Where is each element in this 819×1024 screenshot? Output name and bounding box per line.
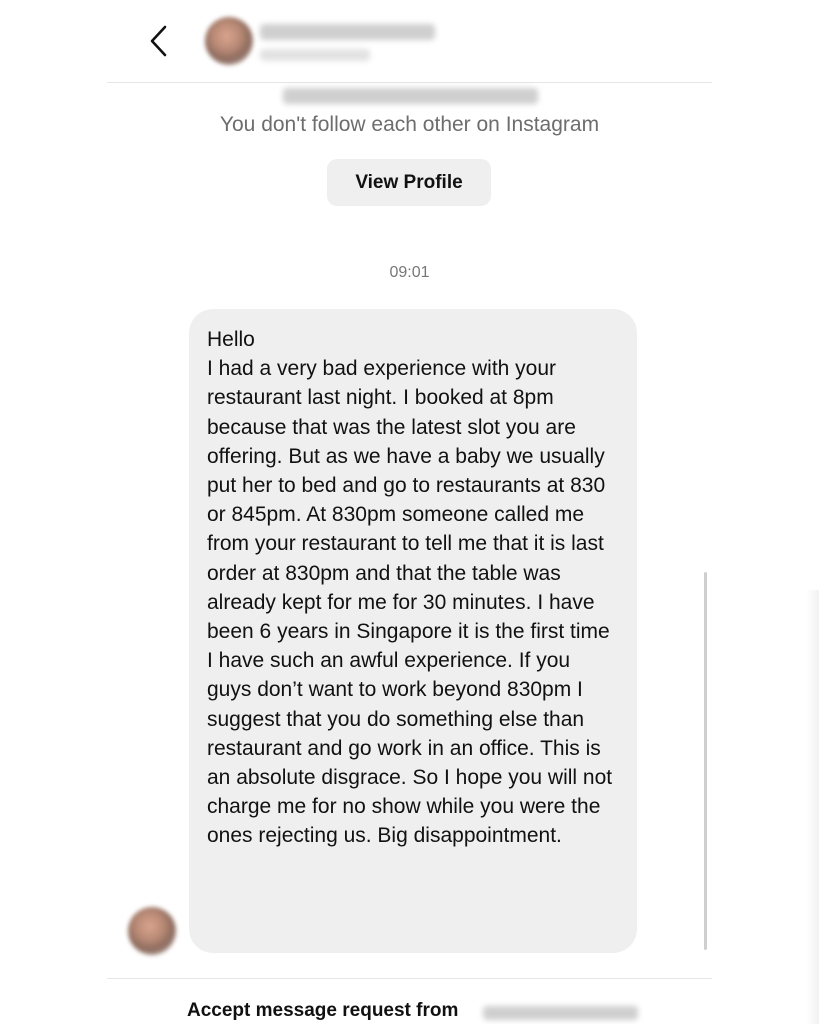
message-timestamp: 09:01	[389, 264, 430, 281]
message-bubble[interactable]: Hello I had a very bad experience with y…	[189, 309, 637, 953]
avatar[interactable]	[205, 17, 253, 65]
message-text: Hello I had a very bad experience with y…	[207, 328, 613, 848]
username-redacted[interactable]	[260, 24, 435, 40]
footer-divider	[107, 978, 712, 979]
sender-avatar[interactable]	[128, 907, 176, 955]
requester-name-redacted	[483, 1006, 638, 1020]
accept-request-label: Accept message request from	[187, 1000, 459, 1021]
subtitle-redacted	[260, 49, 370, 61]
scrollbar[interactable]	[704, 572, 707, 950]
chat-header	[107, 0, 712, 83]
chevron-left-icon[interactable]	[147, 24, 171, 58]
follow-status-note: You don't follow each other on Instagram	[219, 113, 600, 136]
view-profile-button[interactable]: View Profile	[327, 159, 491, 206]
edge-shadow	[806, 590, 819, 1024]
follower-count-redacted	[283, 88, 538, 104]
